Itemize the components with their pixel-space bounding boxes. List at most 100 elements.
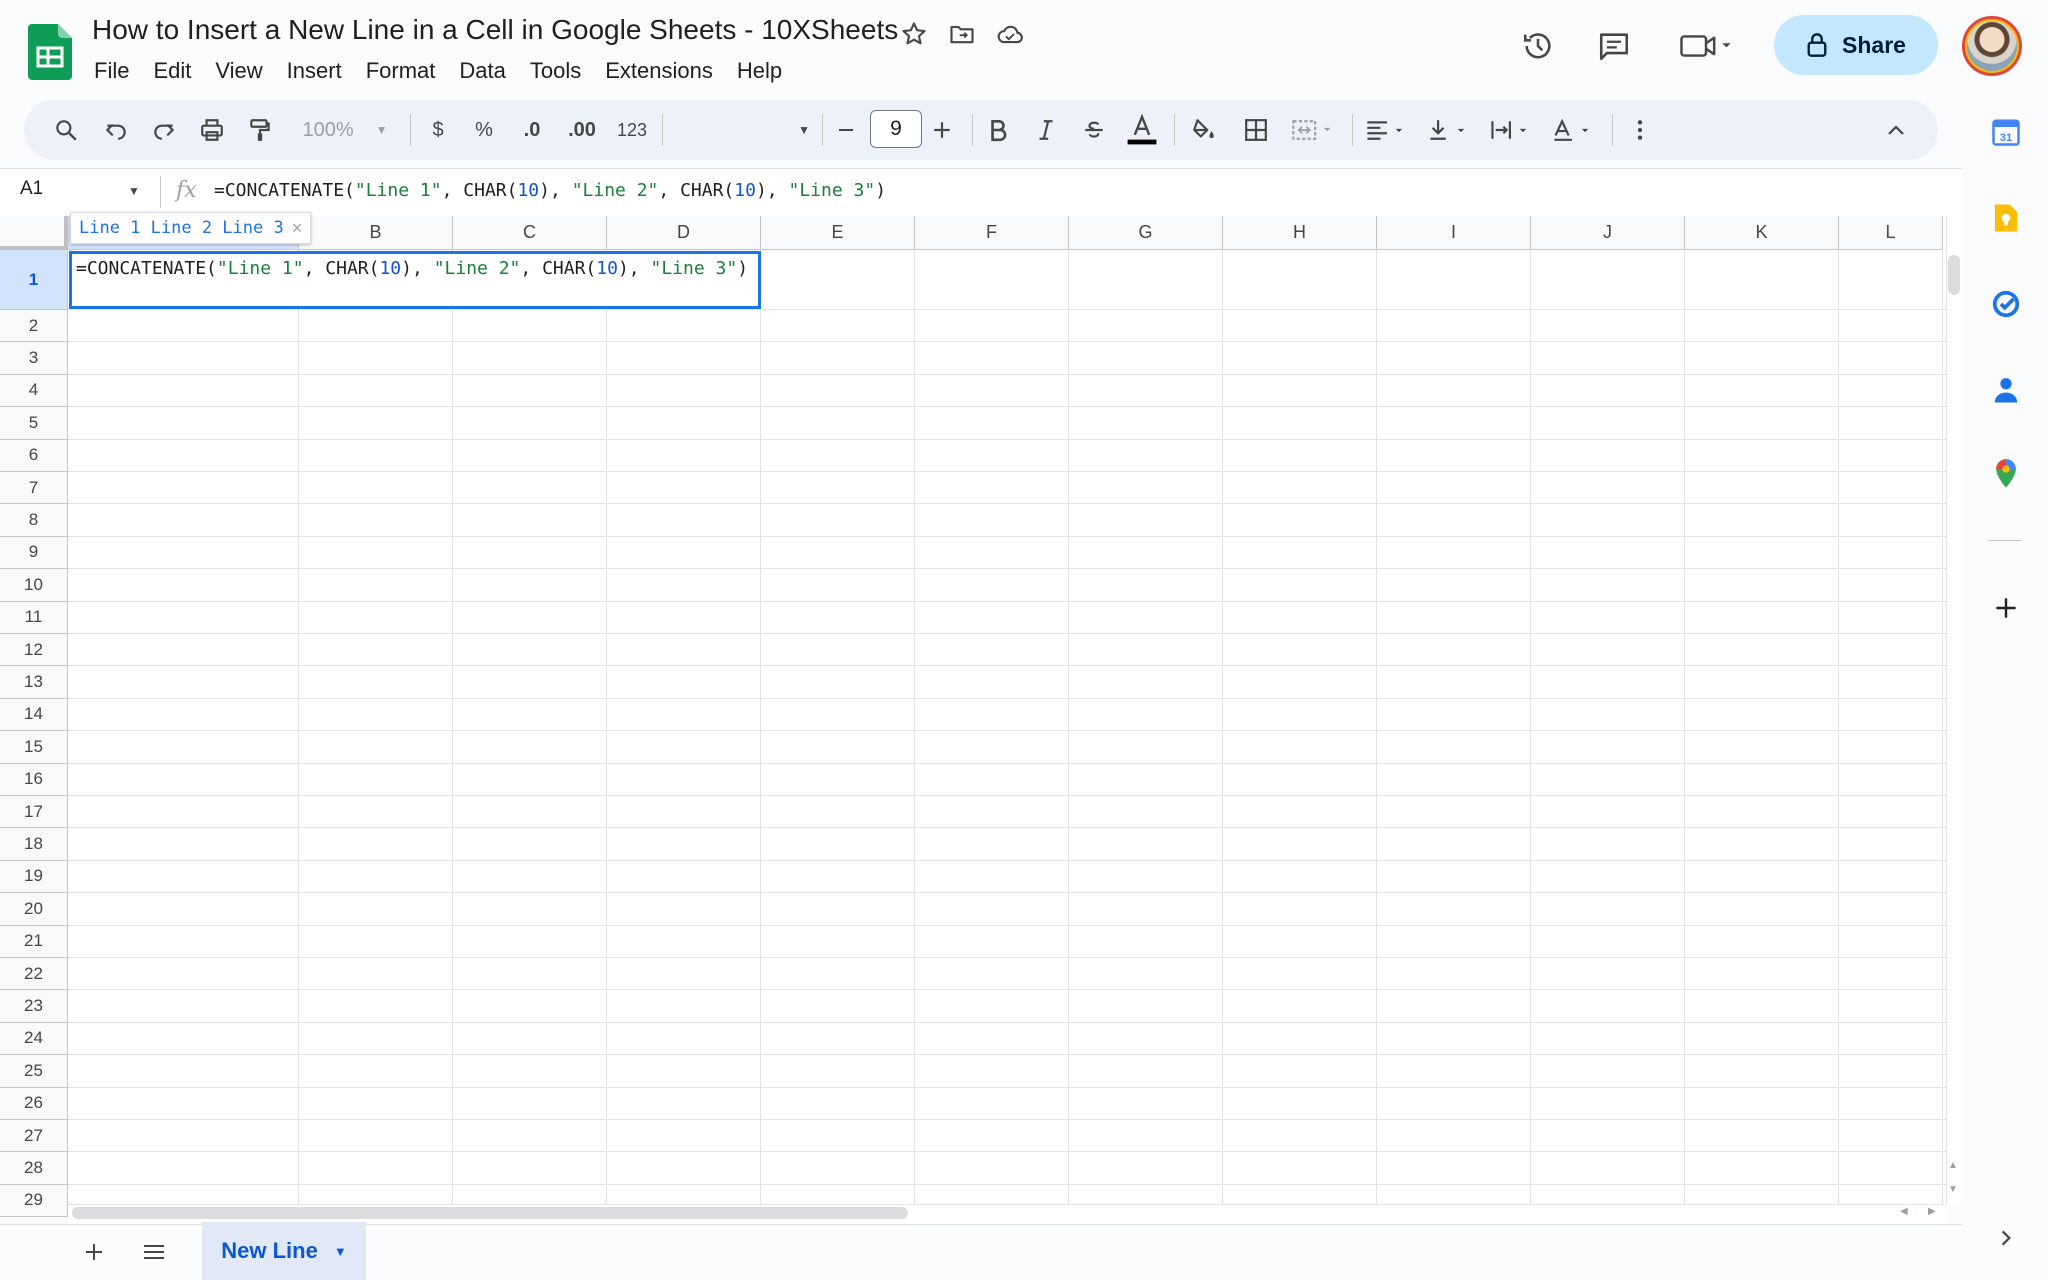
row-header-28[interactable]: 28 [0,1152,68,1185]
paint-format-icon[interactable] [238,100,282,160]
star-icon[interactable] [892,12,936,56]
more-formats-button[interactable]: 123 [610,100,654,160]
chevron-down-icon[interactable]: ▼ [334,1244,347,1259]
column-header-i[interactable]: I [1377,216,1531,250]
row-header-23[interactable]: 23 [0,990,68,1023]
comments-icon[interactable] [1592,24,1636,68]
cloud-saved-icon[interactable] [988,12,1032,56]
row-header-14[interactable]: 14 [0,698,68,732]
format-percent-button[interactable]: % [464,100,504,160]
row-header-12[interactable]: 12 [0,634,68,667]
get-addons-icon[interactable] [1984,586,2028,630]
row-header-1[interactable]: 1 [0,250,68,310]
column-header-g[interactable]: G [1069,216,1223,250]
formula-input[interactable]: =CONCATENATE("Line 1", CHAR(10), "Line 2… [214,180,886,201]
row-header-15[interactable]: 15 [0,731,68,764]
menu-edit[interactable]: Edit [141,56,203,86]
sheets-logo-icon[interactable] [28,24,76,80]
column-header-f[interactable]: F [915,216,1069,250]
text-color-icon[interactable] [1120,100,1164,160]
menu-file[interactable]: File [82,56,141,86]
strikethrough-icon[interactable] [1072,100,1116,160]
row-header-7[interactable]: 7 [0,472,68,505]
horizontal-scroll-thumb[interactable] [72,1207,908,1219]
column-header-k[interactable]: K [1685,216,1839,250]
collapse-menus-icon[interactable] [1876,100,1916,160]
column-header-c[interactable]: C [453,216,607,250]
row-header-19[interactable]: 19 [0,860,68,894]
horizontal-align-icon[interactable] [1360,100,1414,160]
print-icon[interactable] [190,100,234,160]
zoom-select[interactable]: 100% ▼ [290,100,400,160]
scroll-left-icon[interactable]: ◀ [1900,1206,1908,1217]
row-header-18[interactable]: 18 [0,828,68,861]
row-header-9[interactable]: 9 [0,536,68,570]
keep-notes-icon[interactable] [1984,196,2028,240]
name-box[interactable]: A1 [20,178,43,200]
row-header-21[interactable]: 21 [0,925,68,958]
row-header-25[interactable]: 25 [0,1055,68,1088]
column-header-d[interactable]: D [607,216,761,250]
row-header-2[interactable]: 2 [0,310,68,343]
spreadsheet-grid[interactable] [0,216,1946,1204]
text-rotation-icon[interactable] [1546,100,1600,160]
move-folder-icon[interactable] [940,12,984,56]
font-family-select[interactable]: ▼ [670,100,810,160]
increase-font-size-icon[interactable] [922,100,962,160]
account-avatar[interactable] [1962,16,2022,76]
row-header-4[interactable]: 4 [0,374,68,408]
font-size-input[interactable]: 9 [870,110,922,148]
row-header-20[interactable]: 20 [0,893,68,926]
row-header-13[interactable]: 13 [0,666,68,699]
row-header-5[interactable]: 5 [0,407,68,440]
row-header-24[interactable]: 24 [0,1022,68,1056]
row-header-8[interactable]: 8 [0,504,68,537]
menu-view[interactable]: View [203,56,274,86]
column-header-j[interactable]: J [1531,216,1685,250]
row-header-17[interactable]: 17 [0,796,68,829]
text-wrapping-icon[interactable] [1484,100,1538,160]
vertical-scrollbar[interactable] [1946,216,1962,1204]
borders-icon[interactable] [1234,100,1278,160]
vertical-align-icon[interactable] [1422,100,1476,160]
decrease-font-size-icon[interactable] [826,100,866,160]
menu-tools[interactable]: Tools [518,56,593,86]
sheet-tab-new-line[interactable]: New Line ▼ [202,1222,366,1280]
merge-cells-icon[interactable] [1286,100,1340,160]
maps-icon[interactable] [1984,452,2028,496]
row-header-16[interactable]: 16 [0,763,68,796]
tasks-icon[interactable] [1984,282,2028,326]
show-side-panel-icon[interactable] [1984,1216,2028,1260]
search-menus-icon[interactable] [44,100,88,160]
scroll-right-icon[interactable]: ▶ [1928,1206,1936,1217]
decrease-decimal-button[interactable]: .0 [510,100,554,160]
menu-help[interactable]: Help [725,56,794,86]
column-header-b[interactable]: B [299,216,453,250]
row-header-11[interactable]: 11 [0,601,68,634]
calendar-icon[interactable]: 31 [1984,110,2028,154]
bold-icon[interactable] [976,100,1020,160]
row-header-29[interactable]: 29 [0,1184,68,1218]
scroll-down-icon[interactable]: ▼ [1948,1184,1958,1195]
redo-icon[interactable] [142,100,186,160]
menu-data[interactable]: Data [447,56,517,86]
row-header-3[interactable]: 3 [0,342,68,375]
scroll-up-icon[interactable]: ▲ [1948,1160,1958,1171]
row-header-27[interactable]: 27 [0,1120,68,1153]
column-header-h[interactable]: H [1223,216,1377,250]
menu-insert[interactable]: Insert [275,56,354,86]
cell-editor-a1[interactable]: =CONCATENATE("Line 1", CHAR(10), "Line 2… [69,251,761,309]
all-sheets-icon[interactable] [132,1232,176,1272]
chevron-down-icon[interactable]: ▼ [128,184,140,198]
row-header-26[interactable]: 26 [0,1087,68,1120]
add-sheet-icon[interactable] [72,1232,116,1272]
menu-extensions[interactable]: Extensions [593,56,725,86]
fill-color-icon[interactable] [1182,100,1226,160]
column-header-l[interactable]: L [1839,216,1943,250]
contacts-icon[interactable] [1984,368,2028,412]
column-header-e[interactable]: E [761,216,915,250]
vertical-scroll-thumb[interactable] [1948,255,1960,295]
increase-decimal-button[interactable]: .00 [560,100,604,160]
select-all-corner[interactable] [0,216,68,250]
row-header-10[interactable]: 10 [0,569,68,602]
